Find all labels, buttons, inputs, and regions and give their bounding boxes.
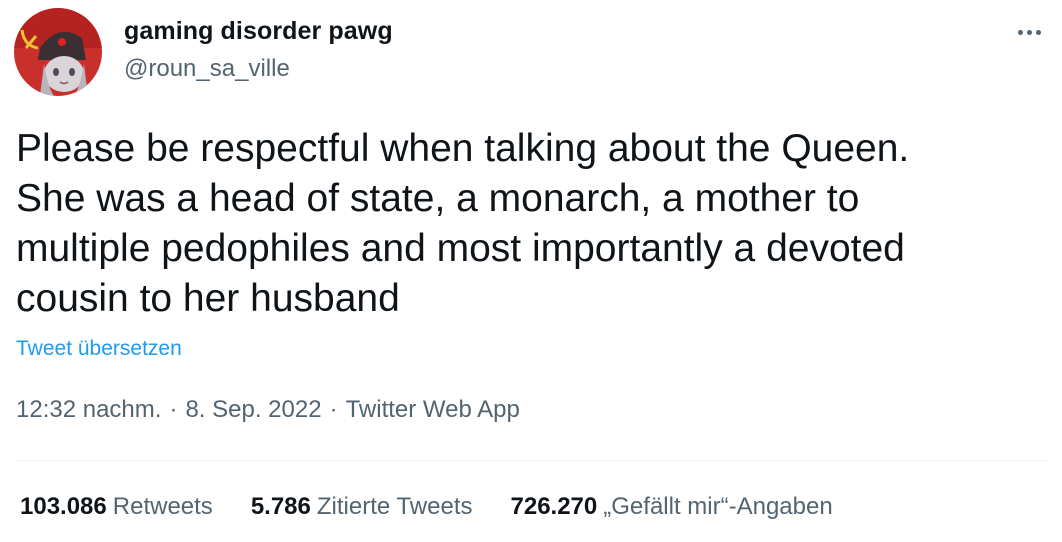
retweets-label: Retweets xyxy=(112,493,213,520)
meta-separator: · xyxy=(329,396,338,423)
retweets-stat[interactable]: 103.086 Retweets xyxy=(20,493,213,521)
likes-label: „Gefällt mir“-Angaben xyxy=(603,493,833,520)
tweet-source-link[interactable]: Twitter Web App xyxy=(346,396,520,424)
more-options-button[interactable] xyxy=(1012,20,1046,44)
translate-tweet-link[interactable]: Tweet übersetzen xyxy=(16,337,182,361)
tweet-date[interactable]: 8. Sep. 2022 xyxy=(185,396,321,424)
tweet-time[interactable]: 12:32 nachm. xyxy=(16,396,161,424)
quote-tweets-stat[interactable]: 5.786 Zitierte Tweets xyxy=(251,493,473,521)
tweet-text: Please be respectful when talking about … xyxy=(16,127,910,320)
retweets-count: 103.086 xyxy=(20,493,107,520)
meta-separator: · xyxy=(169,396,178,423)
tweet-meta: 12:32 nachm. · 8. Sep. 2022 · Twitter We… xyxy=(16,396,520,424)
likes-stat[interactable]: 726.270 „Gefällt mir“-Angaben xyxy=(511,493,833,521)
more-dots-icon xyxy=(1026,29,1032,35)
quote-tweets-label: Zitierte Tweets xyxy=(316,493,473,520)
user-handle[interactable]: @roun_sa_ville xyxy=(124,55,290,83)
tweet-card: gaming disorder pawg @roun_sa_ville Plea… xyxy=(0,0,1062,542)
more-dots-icon xyxy=(1017,29,1023,35)
more-dots-icon xyxy=(1035,29,1041,35)
quote-tweets-count: 5.786 xyxy=(250,493,311,520)
avatar-image xyxy=(14,8,102,96)
divider xyxy=(16,460,1046,461)
avatar[interactable] xyxy=(14,8,102,96)
likes-count: 726.270 xyxy=(510,493,598,520)
display-name[interactable]: gaming disorder pawg xyxy=(124,17,393,46)
tweet-stats: 103.086 Retweets 5.786 Zitierte Tweets 7… xyxy=(20,493,871,521)
